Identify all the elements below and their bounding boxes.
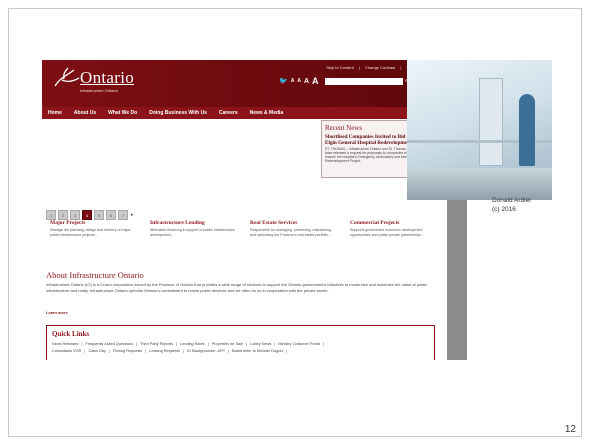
website-screenshot: Ontario Infrastructure Ontario Skip to C… bbox=[42, 60, 467, 360]
separator: | bbox=[400, 65, 402, 70]
search-input[interactable] bbox=[325, 78, 403, 85]
photo-person bbox=[519, 94, 535, 166]
pager-button[interactable]: 2 bbox=[58, 210, 68, 220]
separator: | bbox=[145, 349, 147, 353]
nav-home[interactable]: Home bbox=[42, 110, 68, 116]
feature-major-projects: Major Projects Manage the planning, desi… bbox=[50, 220, 136, 237]
quick-link[interactable]: Leasing Requests bbox=[149, 349, 179, 353]
ontario-logo-text[interactable]: Ontario bbox=[80, 68, 134, 88]
credit-year: (c) 2016 bbox=[492, 206, 516, 213]
photo-credit: Donald Ardiel (c) 2016 bbox=[492, 196, 531, 214]
carousel-pager: 1 2 3 4 5 6 7 ▸ bbox=[46, 210, 134, 220]
pager-button[interactable]: 5 bbox=[94, 210, 104, 220]
separator: | bbox=[358, 65, 360, 70]
quick-link[interactable]: Properties for Sale bbox=[212, 342, 243, 346]
feature-real-estate-services: Real Estate Services Responsible for man… bbox=[250, 220, 336, 237]
feature-title-link[interactable]: Commercial Projects bbox=[350, 220, 436, 226]
quick-link[interactable]: Filming Requests bbox=[113, 349, 142, 353]
quick-link[interactable]: Lobby News bbox=[250, 342, 271, 346]
separator: | bbox=[136, 342, 138, 346]
quick-links-row-2: Consultants VOR | Class Day | Filming Re… bbox=[52, 348, 429, 355]
separator: | bbox=[84, 349, 86, 353]
separator: | bbox=[108, 349, 110, 353]
separator: | bbox=[323, 342, 324, 346]
feature-title-link[interactable]: Real Estate Services bbox=[250, 220, 336, 226]
about-heading: About Infrastructure Ontario bbox=[46, 270, 144, 280]
pager-button[interactable]: 1 bbox=[46, 210, 56, 220]
separator: | bbox=[207, 342, 209, 346]
pager-next-icon[interactable]: ▸ bbox=[131, 212, 134, 218]
separator: | bbox=[274, 342, 276, 346]
learn-more-link[interactable]: Learn more bbox=[46, 310, 68, 315]
feature-desc: Manage the planning, design and delivery… bbox=[50, 228, 131, 237]
slide-number: 12 bbox=[564, 424, 576, 435]
feature-infrastructure-lending: Infrastructure Lending Affordable financ… bbox=[150, 220, 236, 237]
nav-what-we-do[interactable]: What We Do bbox=[102, 110, 143, 116]
quick-links-box: Quick Links News Releases | Frequently A… bbox=[46, 325, 435, 360]
pager-button-active[interactable]: 4 bbox=[82, 210, 92, 220]
feature-commercial-projects: Commercial Projects Supports government … bbox=[350, 220, 436, 237]
quick-link[interactable]: Ministry Customer Portal bbox=[278, 342, 320, 346]
separator: | bbox=[81, 342, 83, 346]
pager-button[interactable]: 3 bbox=[70, 210, 80, 220]
text-size-medium[interactable]: A bbox=[297, 78, 301, 84]
quick-link[interactable]: Class Day bbox=[88, 349, 105, 353]
twitter-icon[interactable]: 🐦 bbox=[279, 77, 288, 85]
quick-links-heading: Quick Links bbox=[52, 330, 90, 338]
feature-desc: Affordable financing in support of publi… bbox=[150, 228, 235, 237]
text-size-xlarge[interactable]: A bbox=[312, 76, 319, 86]
quick-links-row-1: News Releases | Frequently Asked Questio… bbox=[52, 341, 429, 348]
change-contrast-link[interactable]: Change Contrast bbox=[365, 65, 395, 70]
separator: | bbox=[182, 349, 184, 353]
separator: | bbox=[246, 342, 248, 346]
nav-careers[interactable]: Careers bbox=[213, 110, 244, 116]
header-tools: 🐦 A A A A bbox=[279, 76, 319, 86]
quick-link[interactable]: IO Backgrounder: AFP bbox=[187, 349, 225, 353]
pager-button[interactable]: 6 bbox=[106, 210, 116, 220]
main-nav: Home About Us What We Do Doing Business … bbox=[42, 107, 467, 119]
feature-title-link[interactable]: Infrastructure Lending bbox=[150, 220, 236, 226]
feature-columns: Major Projects Manage the planning, desi… bbox=[50, 220, 440, 237]
nav-doing-business[interactable]: Doing Business With Us bbox=[143, 110, 213, 116]
credit-name: Donald Ardiel bbox=[492, 197, 531, 204]
about-body: Infrastructure Ontario (IO) is a Crown c… bbox=[46, 282, 428, 293]
separator: | bbox=[227, 349, 229, 353]
text-size-small[interactable]: A bbox=[291, 78, 295, 84]
skip-to-content-link[interactable]: Skip to Content bbox=[326, 65, 353, 70]
nav-about-us[interactable]: About Us bbox=[68, 110, 102, 116]
logo-subtitle: Infrastructure Ontario bbox=[80, 88, 118, 93]
trillium-logo-icon bbox=[54, 67, 80, 87]
quick-link[interactable]: Lending Rates bbox=[180, 342, 205, 346]
quick-link[interactable]: Consultants VOR bbox=[52, 349, 81, 353]
text-size-large[interactable]: A bbox=[304, 78, 309, 85]
quick-link[interactable]: Frequently Asked Questions bbox=[86, 342, 134, 346]
separator: | bbox=[286, 349, 288, 353]
photo-door bbox=[479, 78, 503, 166]
hospital-corridor-photo bbox=[407, 60, 552, 200]
feature-desc: Supports government economic development… bbox=[350, 228, 424, 237]
feature-desc: Responsible for managing, preserving, ma… bbox=[250, 228, 332, 237]
separator: | bbox=[176, 342, 178, 346]
quick-link[interactable]: Board letter to Minister Duguid bbox=[232, 349, 283, 353]
pager-button[interactable]: 7 bbox=[118, 210, 128, 220]
site-header: Ontario Infrastructure Ontario Skip to C… bbox=[42, 60, 467, 107]
quick-link[interactable]: News Releases bbox=[52, 342, 78, 346]
quick-link[interactable]: Third Party Reports bbox=[140, 342, 173, 346]
nav-news-media[interactable]: News & Media bbox=[244, 110, 290, 116]
feature-title-link[interactable]: Major Projects bbox=[50, 220, 136, 226]
